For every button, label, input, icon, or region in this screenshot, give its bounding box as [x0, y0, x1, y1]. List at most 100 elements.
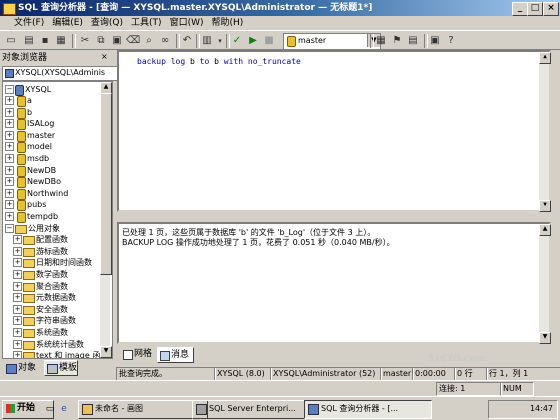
task-enterprise-manager[interactable]: SQL Server Enterpri... — [192, 400, 320, 419]
expand-icon[interactable]: + — [13, 316, 22, 326]
editor-scrollbar[interactable]: ▲ ▼ — [539, 52, 551, 212]
tree-scrollbar[interactable]: ▲ ▼ — [100, 82, 112, 358]
maximize-button[interactable]: □ — [527, 2, 543, 16]
window-title: SQL 查询分析器 - [查询 — XYSQL.master.XYSQL\Adm… — [18, 3, 373, 13]
new-query-icon[interactable]: ▭ — [4, 34, 18, 48]
sql-keyword: backup — [137, 57, 166, 66]
num-lock-indicator: NUM — [500, 382, 534, 396]
show-plan-icon[interactable]: ▦ — [374, 34, 388, 48]
menu-help[interactable]: 帮助(H) — [207, 16, 247, 30]
expand-icon[interactable]: + — [13, 293, 22, 303]
database-select[interactable]: master ▼ — [283, 33, 381, 50]
scroll-up-icon[interactable]: ▲ — [539, 224, 551, 236]
save-icon[interactable]: ▪ — [38, 34, 52, 48]
close-button[interactable]: × — [543, 2, 559, 16]
task-paint[interactable]: 未命名 - 画图 — [78, 400, 208, 419]
scroll-down-icon[interactable]: ▼ — [539, 332, 551, 344]
task-label: SQL 查询分析器 - [... — [321, 404, 399, 413]
toolbar-separator — [72, 34, 76, 48]
result-message: BACKUP LOG 操作成功地处理了 1 页，花费了 0.051 秒（0.04… — [122, 238, 395, 247]
paste-icon[interactable]: ▣ — [110, 34, 124, 48]
expand-icon[interactable]: + — [5, 177, 14, 187]
scroll-thumb[interactable] — [100, 93, 112, 275]
expand-icon[interactable]: + — [13, 235, 22, 245]
minimize-button[interactable]: _ — [512, 2, 528, 16]
expand-icon[interactable]: + — [5, 119, 14, 129]
menu-window[interactable]: 窗口(W) — [166, 16, 208, 30]
properties-icon[interactable]: ▣ — [428, 34, 442, 48]
cut-icon[interactable]: ✂ — [78, 34, 92, 48]
status-server: XYSQL (8.0) — [214, 367, 272, 381]
folder-icon — [15, 224, 27, 234]
collapse-icon[interactable]: − — [5, 85, 14, 94]
tab-grid[interactable]: 网格 — [121, 347, 156, 361]
menu-tools[interactable]: 工具(T) — [127, 16, 166, 30]
expand-icon[interactable]: + — [13, 328, 22, 337]
status-time: 0:00:00 — [412, 367, 456, 381]
undo-icon[interactable]: ↶ — [180, 34, 194, 48]
expand-icon[interactable]: + — [5, 188, 14, 198]
close-icon[interactable]: × — [101, 52, 108, 61]
sql-keyword: no_truncate — [247, 57, 301, 66]
connection-count: 连接: 1 — [436, 382, 502, 396]
show-desktop-icon[interactable]: ▭ — [44, 403, 56, 415]
expand-icon[interactable]: + — [5, 96, 14, 105]
query-editor[interactable]: backup log b to b with no_truncate ▲ ▼ — [117, 50, 551, 212]
windows-logo-icon — [6, 404, 15, 413]
parse-check-icon[interactable]: ✓ — [230, 34, 244, 48]
server-selector[interactable]: XYSQL(XYSQL\Adminis — [2, 66, 125, 81]
help-icon[interactable]: ? — [444, 34, 458, 48]
expand-icon[interactable]: + — [13, 281, 22, 291]
results-mode-icon[interactable]: ▥ — [200, 34, 214, 48]
tree-label: 系统函数 — [36, 328, 68, 337]
tree-label: model — [27, 142, 52, 152]
expand-icon[interactable]: + — [13, 258, 22, 268]
task-query-analyzer[interactable]: SQL 查询分析器 - [... — [304, 400, 432, 419]
index-tuning-icon[interactable]: ⚑ — [390, 34, 404, 48]
expand-icon[interactable]: + — [13, 246, 22, 256]
open-icon[interactable]: ▤ — [22, 34, 36, 48]
binoculars-icon[interactable]: ∞ — [158, 34, 172, 48]
expand-icon[interactable]: + — [13, 304, 22, 314]
expand-icon[interactable]: + — [13, 351, 22, 358]
collapse-icon[interactable]: − — [5, 223, 14, 233]
expand-icon[interactable]: + — [5, 142, 14, 152]
menu-file[interactable]: 文件(F) — [0, 16, 48, 30]
clear-icon[interactable]: ⌫ — [126, 34, 140, 48]
tab-label: 消息 — [171, 350, 190, 360]
expand-icon[interactable]: + — [13, 270, 22, 279]
cancel-execution-icon[interactable]: ■ — [262, 34, 276, 48]
find-icon[interactable]: ⌕ — [142, 34, 156, 48]
folder-icon — [23, 294, 35, 304]
scroll-down-icon[interactable]: ▼ — [100, 346, 112, 358]
expand-icon[interactable]: + — [5, 200, 14, 210]
server-icon — [5, 69, 14, 78]
expand-icon[interactable]: + — [5, 165, 14, 175]
chevron-down-icon[interactable]: ▾ — [213, 34, 227, 48]
expand-icon[interactable]: + — [5, 107, 14, 117]
pane-splitter[interactable] — [117, 212, 560, 222]
tree-label: msdb — [27, 154, 50, 163]
expand-icon[interactable]: + — [5, 154, 14, 163]
expand-icon[interactable]: + — [5, 212, 14, 221]
execute-icon[interactable]: ▶ — [246, 34, 260, 48]
grid-tab-icon — [123, 350, 133, 360]
scroll-down-icon[interactable]: ▼ — [539, 200, 551, 212]
status-rows: 0 行 — [454, 367, 488, 381]
query-analyzer-icon — [308, 404, 319, 415]
results-scrollbar[interactable]: ▲ ▼ — [539, 224, 551, 344]
copy-icon[interactable]: ⧉ — [94, 34, 108, 48]
browser-icon[interactable]: e — [58, 403, 70, 415]
menu-query[interactable]: 查询(Q) — [87, 16, 127, 30]
expand-icon[interactable]: + — [13, 339, 22, 349]
messages-tab-icon — [160, 351, 170, 361]
expand-icon[interactable]: + — [5, 130, 14, 140]
menu-edit[interactable]: 编辑(E) — [48, 16, 87, 30]
database-icon — [17, 142, 26, 154]
scroll-up-icon[interactable]: ▲ — [539, 52, 551, 64]
watermark: 51CTO.com — [428, 354, 486, 364]
object-browser-icon[interactable]: ▤ — [406, 34, 420, 48]
server-icon — [15, 85, 24, 96]
insert-template-icon[interactable]: ▦ — [54, 34, 68, 48]
tab-messages[interactable]: 消息 — [157, 347, 195, 363]
